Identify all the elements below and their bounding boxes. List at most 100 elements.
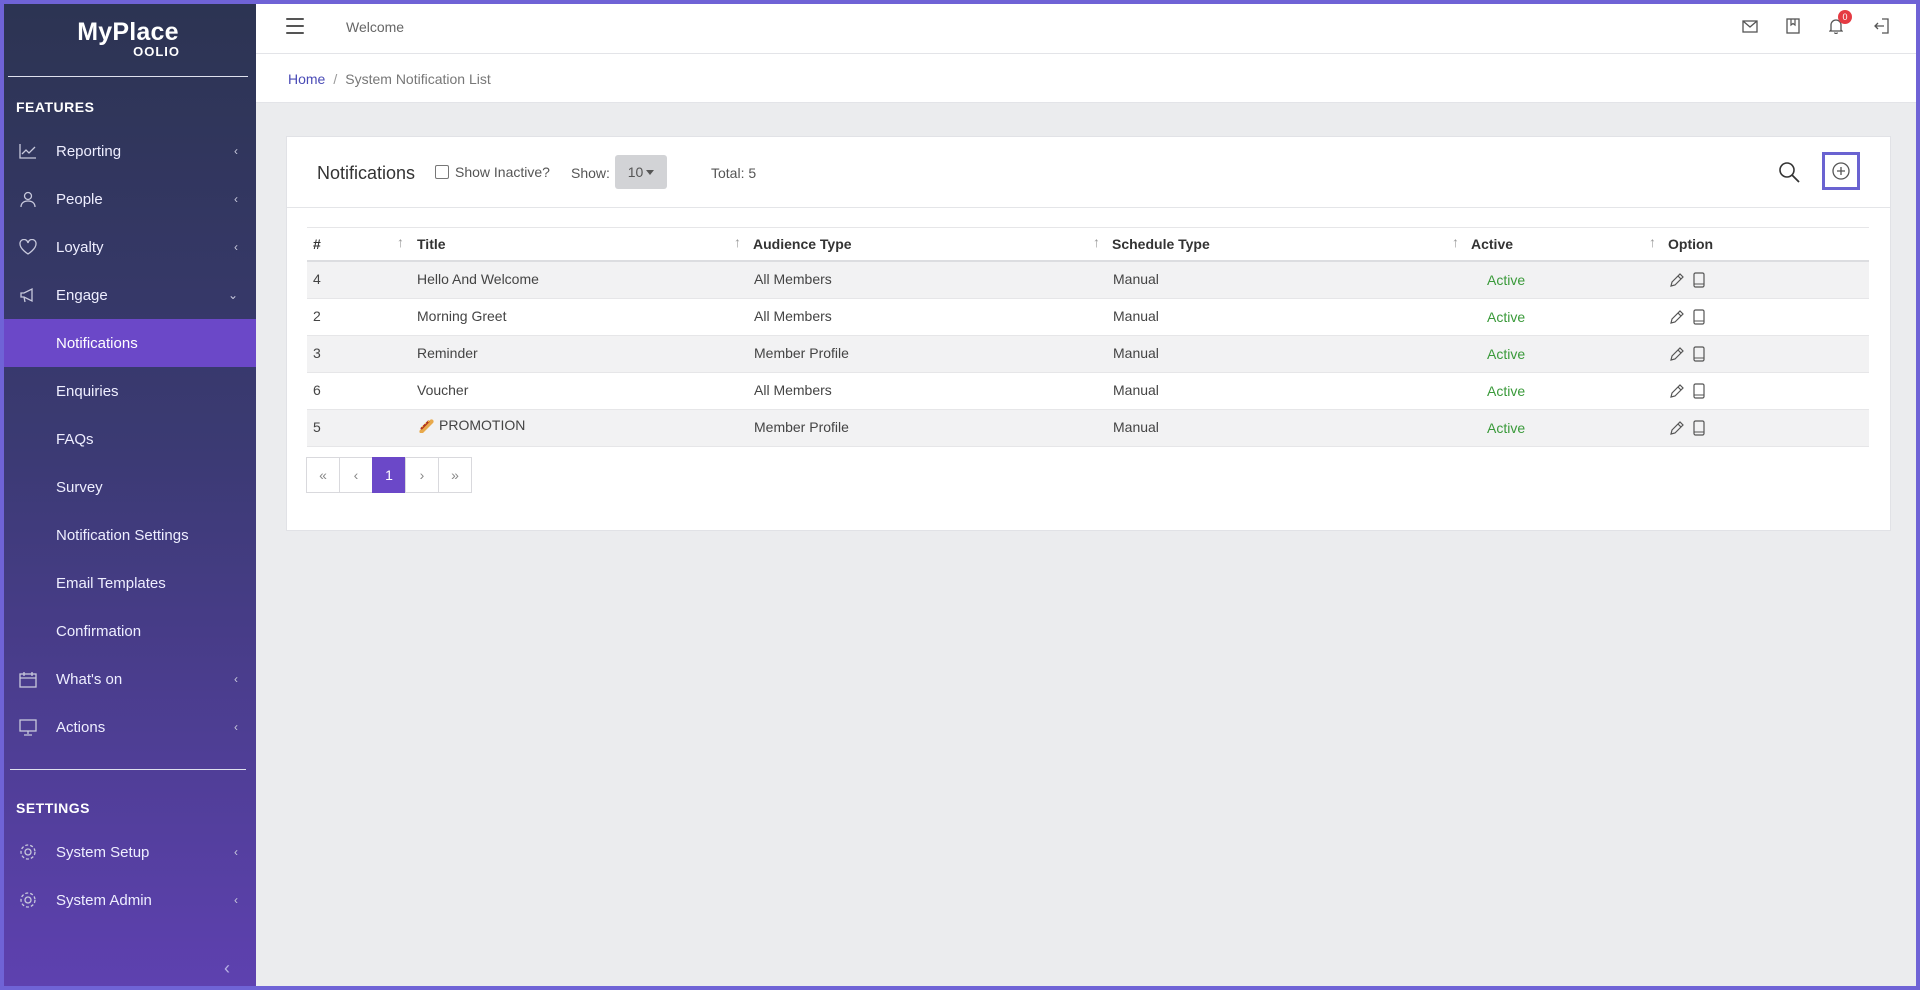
- mobile-preview-icon[interactable]: [1693, 272, 1705, 288]
- sidebar-item-notifications[interactable]: Notifications: [0, 319, 256, 367]
- cell-id: 5: [313, 419, 321, 435]
- sidebar-item-faqs[interactable]: FAQs: [0, 415, 256, 463]
- table-header: # ↑ Title ↑ Audience Type ↑ Schedule Typ…: [307, 227, 1869, 262]
- sidebar-item-label: Enquiries: [56, 382, 119, 400]
- column-header-title[interactable]: Title: [417, 236, 446, 252]
- total-count: Total: 5: [711, 165, 757, 181]
- cell-audience: All Members: [754, 271, 832, 287]
- show-inactive-label: Show Inactive?: [455, 164, 550, 180]
- search-icon: [1779, 162, 1800, 183]
- cell-title-wrap: PROMOTION: [417, 417, 525, 433]
- show-inactive-checkbox[interactable]: [435, 165, 449, 179]
- sidebar-item-system-setup[interactable]: System Setup ‹: [0, 828, 256, 876]
- sidebar-item-label: Notification Settings: [56, 526, 189, 544]
- mobile-preview-icon[interactable]: [1693, 346, 1705, 362]
- chevron-left-icon: ‹: [234, 845, 238, 859]
- sidebar-collapse-icon[interactable]: ‹: [224, 958, 230, 979]
- breadcrumb-separator: /: [333, 71, 338, 87]
- table-row[interactable]: 2 Morning Greet All Members Manual Activ…: [307, 299, 1869, 336]
- row-options: [1669, 420, 1705, 436]
- sidebar-item-label: People: [56, 190, 103, 208]
- cell-schedule: Manual: [1113, 345, 1159, 361]
- sidebar-item-engage[interactable]: Engage ⌄: [0, 271, 256, 319]
- sidebar: MyPlace OOLIO FEATURES Reporting ‹ Peopl…: [0, 0, 256, 990]
- pagination-prev[interactable]: ‹: [339, 457, 373, 493]
- sidebar-item-enquiries[interactable]: Enquiries: [0, 367, 256, 415]
- sidebar-item-label: Confirmation: [56, 622, 142, 640]
- cell-id: 4: [313, 271, 321, 287]
- chevron-left-icon: ‹: [234, 144, 238, 158]
- top-header: Welcome 0: [256, 0, 1920, 54]
- logout-icon[interactable]: [1871, 16, 1891, 36]
- cell-title: Morning Greet: [417, 308, 507, 324]
- column-header-audience[interactable]: Audience Type: [753, 236, 852, 252]
- table-row[interactable]: 4 Hello And Welcome All Members Manual A…: [307, 262, 1869, 299]
- settings-heading: SETTINGS: [16, 800, 91, 816]
- plus-circle-icon: [1832, 162, 1850, 180]
- edit-pencil-icon[interactable]: [1669, 346, 1685, 362]
- cell-schedule: Manual: [1113, 271, 1159, 287]
- cell-title: Reminder: [417, 345, 478, 361]
- search-button[interactable]: [1774, 157, 1804, 187]
- edit-pencil-icon[interactable]: [1669, 420, 1685, 436]
- show-inactive-toggle[interactable]: Show Inactive?: [435, 164, 550, 180]
- page-size-select[interactable]: 10: [615, 155, 667, 189]
- table-row[interactable]: 6 Voucher All Members Manual Active: [307, 373, 1869, 410]
- card-header: Notifications Show Inactive? Show: 10 To…: [287, 137, 1890, 208]
- edit-pencil-icon[interactable]: [1669, 272, 1685, 288]
- bookmark-icon[interactable]: [1783, 16, 1803, 36]
- sidebar-item-loyalty[interactable]: Loyalty ‹: [0, 223, 256, 271]
- chevron-left-icon: ‹: [234, 672, 238, 686]
- pagination-first[interactable]: «: [306, 457, 340, 493]
- mail-icon[interactable]: [1740, 16, 1760, 36]
- column-header-schedule[interactable]: Schedule Type: [1112, 236, 1210, 252]
- table-row[interactable]: 5 PROMOTION Member Profile Manual Active: [307, 410, 1869, 447]
- chart-line-icon: [18, 141, 38, 161]
- sidebar-item-notification-settings[interactable]: Notification Settings: [0, 511, 256, 559]
- sort-arrow-icon[interactable]: ↑: [1452, 234, 1459, 250]
- edit-pencil-icon[interactable]: [1669, 383, 1685, 399]
- sidebar-item-email-templates[interactable]: Email Templates: [0, 559, 256, 607]
- bell-icon[interactable]: 0: [1826, 10, 1852, 36]
- sidebar-item-label: Notifications: [56, 334, 138, 352]
- table-row[interactable]: 3 Reminder Member Profile Manual Active: [307, 336, 1869, 373]
- pagination-page-current[interactable]: 1: [372, 457, 406, 493]
- mobile-preview-icon[interactable]: [1693, 383, 1705, 399]
- mobile-preview-icon[interactable]: [1693, 420, 1705, 436]
- cell-title: Voucher: [417, 382, 469, 398]
- column-header-id[interactable]: #: [313, 236, 321, 252]
- breadcrumb-home-link[interactable]: Home: [288, 71, 325, 87]
- menu-icon[interactable]: [286, 18, 304, 39]
- sidebar-item-reporting[interactable]: Reporting ‹: [0, 127, 256, 175]
- cell-title: PROMOTION: [439, 417, 526, 433]
- sort-arrow-icon[interactable]: ↑: [397, 234, 404, 250]
- sidebar-item-label: FAQs: [56, 430, 94, 448]
- sidebar-item-actions[interactable]: Actions ‹: [0, 703, 256, 751]
- chevron-left-icon: ‹: [234, 893, 238, 907]
- caret-down-icon: [646, 169, 655, 175]
- sidebar-item-confirmation[interactable]: Confirmation: [0, 607, 256, 655]
- brand-logo[interactable]: MyPlace OOLIO: [0, 0, 256, 76]
- sidebar-item-system-admin[interactable]: System Admin ‹: [0, 876, 256, 924]
- cell-audience: All Members: [754, 382, 832, 398]
- sort-arrow-icon[interactable]: ↑: [1093, 234, 1100, 250]
- welcome-text: Welcome: [346, 19, 405, 35]
- row-options: [1669, 309, 1705, 325]
- sidebar-item-survey[interactable]: Survey: [0, 463, 256, 511]
- pagination-next[interactable]: ›: [405, 457, 439, 493]
- pagination-last[interactable]: »: [438, 457, 472, 493]
- breadcrumb-current: System Notification List: [345, 71, 491, 87]
- column-header-active[interactable]: Active: [1471, 236, 1513, 252]
- chevron-down-icon: ⌄: [227, 288, 238, 302]
- cell-title: Hello And Welcome: [417, 271, 539, 287]
- gear-icon: [18, 890, 38, 910]
- sidebar-item-people[interactable]: People ‹: [0, 175, 256, 223]
- sidebar-item-label: System Admin: [56, 891, 152, 909]
- cell-active: Active: [1487, 420, 1526, 436]
- sort-arrow-icon[interactable]: ↑: [734, 234, 741, 250]
- edit-pencil-icon[interactable]: [1669, 309, 1685, 325]
- mobile-preview-icon[interactable]: [1693, 309, 1705, 325]
- sort-arrow-icon[interactable]: ↑: [1649, 234, 1656, 250]
- sidebar-item-whats-on[interactable]: What's on ‹: [0, 655, 256, 703]
- add-notification-button[interactable]: [1822, 152, 1860, 190]
